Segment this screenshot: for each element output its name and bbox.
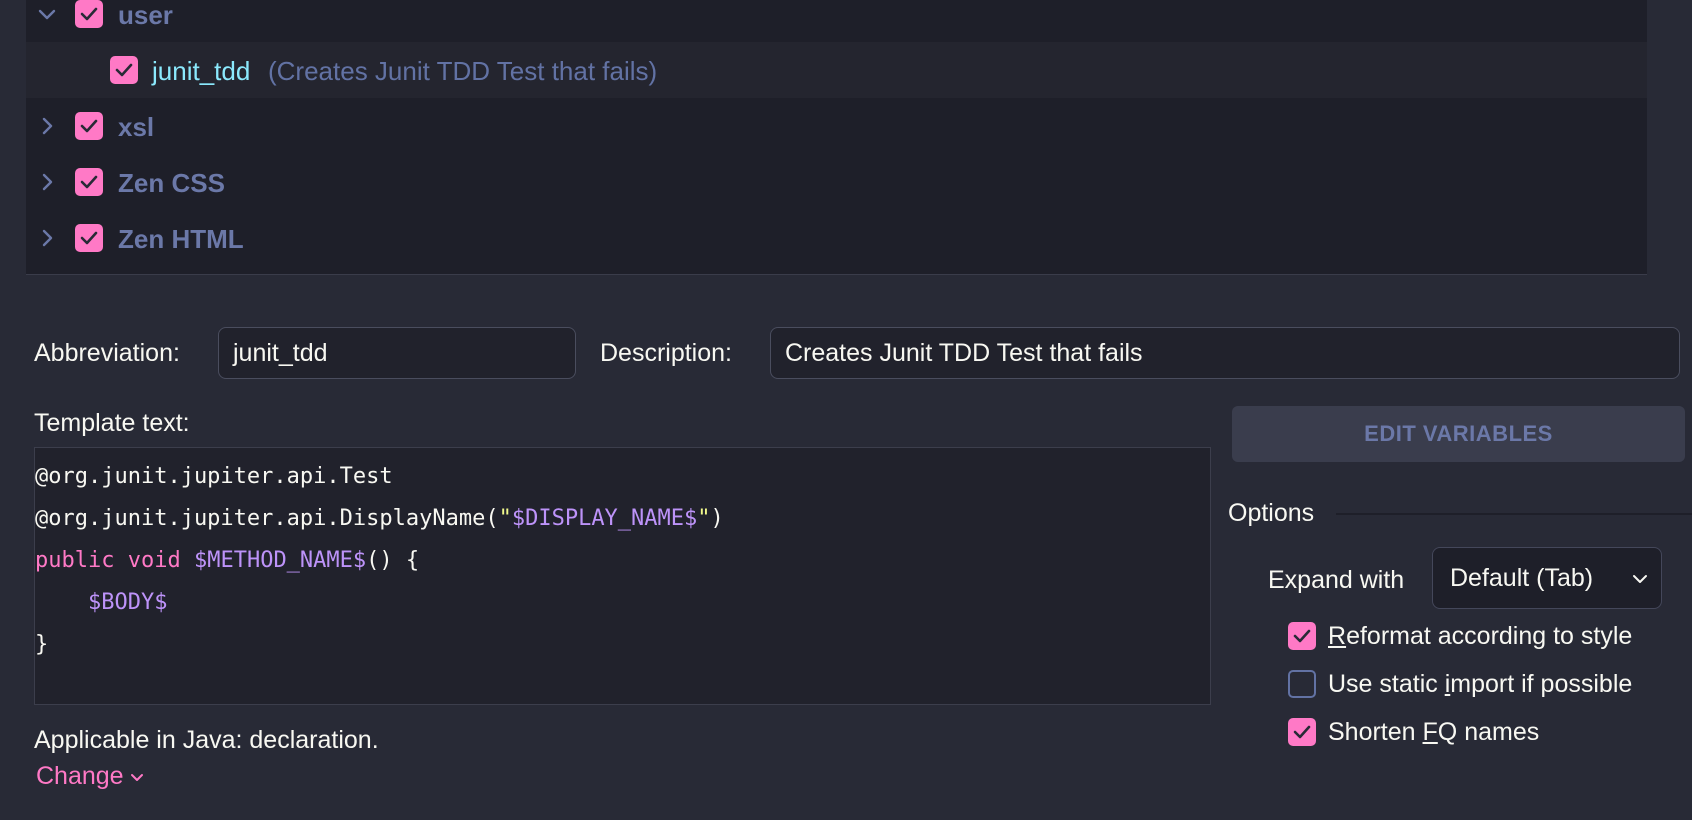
template-text-editor[interactable]: @org.junit.jupiter.api.Test @org.junit.j… (34, 447, 1211, 705)
chevron-right-icon[interactable] (36, 227, 58, 249)
group-checkbox[interactable] (75, 168, 103, 196)
applicable-contexts-text: Applicable in Java: declaration. (34, 726, 379, 754)
reformat-label[interactable]: Reformat according to style (1328, 622, 1632, 651)
shorten-fq-label[interactable]: Shorten FQ names (1328, 718, 1539, 747)
live-templates-tree: user junit_tdd (Creates Junit TDD Test t… (26, 0, 1647, 275)
tree-group-xsl[interactable]: xsl (26, 98, 1647, 154)
template-row-junit-tdd[interactable]: junit_tdd (Creates Junit TDD Test that f… (26, 42, 1647, 98)
tree-group-zen-html[interactable]: Zen HTML (26, 210, 1647, 266)
code-line-3: public void $METHOD_NAME$() { (35, 548, 420, 573)
code-line-4: $BODY$ (35, 582, 1210, 624)
template-variable: $BODY$ (87, 590, 168, 615)
code-line-2: @org.junit.jupiter.api.DisplayName("$DIS… (35, 506, 724, 531)
static-import-label[interactable]: Use static import if possible (1328, 670, 1632, 699)
expand-with-label: Expand with (1268, 566, 1405, 594)
group-checkbox[interactable] (75, 112, 103, 140)
group-checkbox[interactable] (75, 0, 103, 28)
description-label: Description: (600, 339, 732, 367)
chevron-down-icon[interactable] (36, 3, 58, 25)
template-description: (Creates Junit TDD Test that fails) (268, 56, 658, 86)
abbreviation-input[interactable]: junit_tdd (218, 327, 576, 379)
options-separator (1336, 513, 1692, 515)
change-contexts-link[interactable]: Change (36, 762, 146, 791)
options-title: Options (1228, 499, 1315, 527)
group-checkbox[interactable] (75, 224, 103, 252)
code-line-5: } (35, 632, 49, 657)
chevron-right-icon[interactable] (36, 115, 58, 137)
shorten-fq-checkbox[interactable] (1288, 718, 1316, 746)
template-name: junit_tdd (152, 56, 251, 86)
static-import-checkbox[interactable] (1288, 670, 1316, 698)
chevron-down-icon (130, 774, 143, 782)
chevron-right-icon[interactable] (36, 171, 58, 193)
abbreviation-label: Abbreviation: (34, 339, 180, 367)
reformat-checkbox[interactable] (1288, 622, 1316, 650)
group-name: Zen CSS (118, 168, 225, 198)
code-line-1: @org.junit.jupiter.api.Test (35, 464, 393, 489)
tree-group-zen-css[interactable]: Zen CSS (26, 154, 1647, 210)
description-input[interactable]: Creates Junit TDD Test that fails (770, 327, 1680, 379)
expand-with-select[interactable]: Default (Tab) (1432, 547, 1662, 609)
edit-variables-button[interactable]: EDIT VARIABLES (1232, 406, 1685, 462)
expand-with-value: Default (Tab) (1450, 564, 1594, 592)
group-name: Zen HTML (118, 224, 244, 254)
tree-group-user[interactable]: user (26, 0, 1647, 42)
template-text-label: Template text: (34, 409, 190, 437)
template-checkbox[interactable] (110, 56, 138, 84)
template-variable: $DISPLAY_NAME$ (511, 506, 698, 531)
group-name: xsl (118, 112, 155, 142)
chevron-down-icon (1633, 575, 1647, 583)
group-name: user (118, 0, 173, 30)
template-variable: $METHOD_NAME$ (193, 548, 367, 573)
